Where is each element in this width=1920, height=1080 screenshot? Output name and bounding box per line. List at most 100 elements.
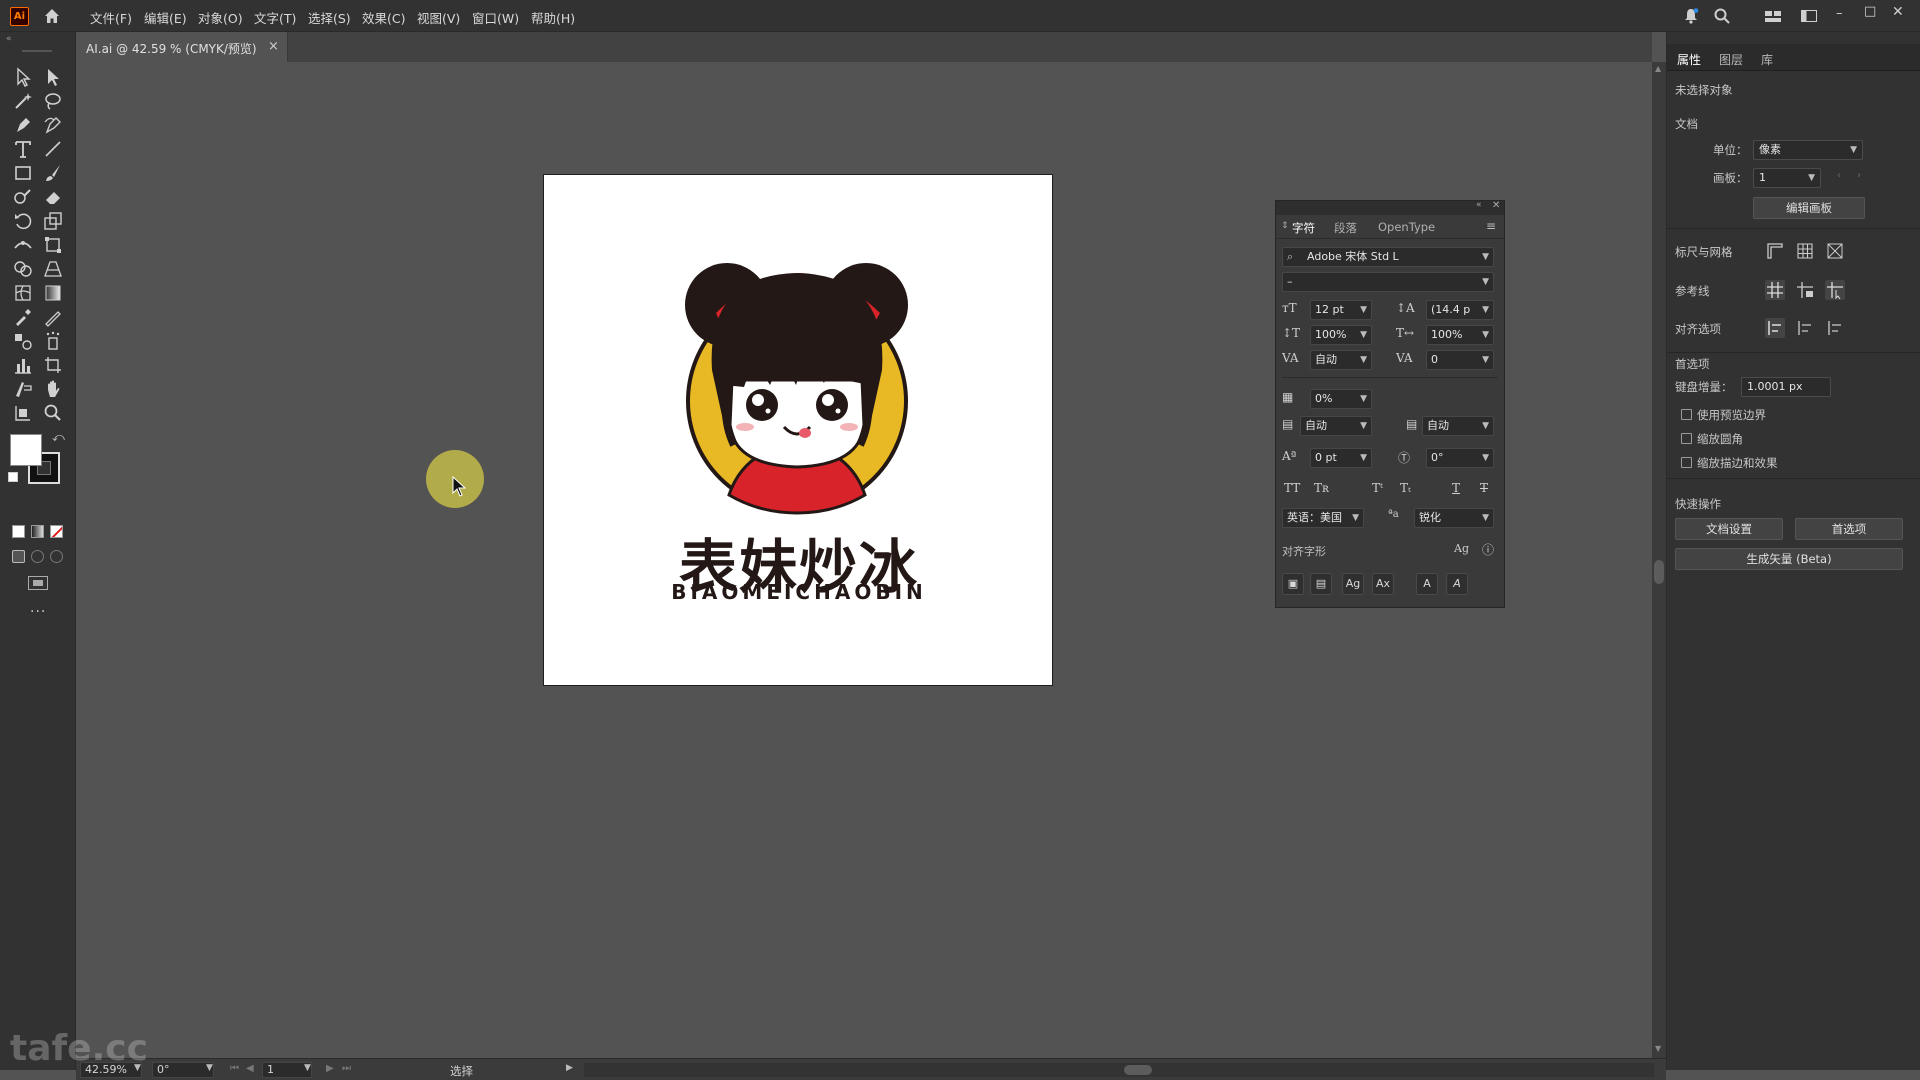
measure-tool-icon[interactable]	[42, 306, 64, 328]
next-artboard-icon[interactable]: ›	[1857, 170, 1861, 181]
lasso-tool-icon[interactable]	[42, 90, 64, 112]
align-angle-guides-icon[interactable]: A	[1416, 573, 1438, 595]
leading-field[interactable]: (14.4 p ▼	[1426, 300, 1494, 320]
tab-properties[interactable]: 属性	[1677, 51, 1701, 68]
horizontal-scale-field[interactable]: 100% ▼	[1426, 325, 1494, 345]
curvature-tool-icon[interactable]	[42, 114, 64, 136]
first-artboard-icon[interactable]: ⏮	[230, 1063, 239, 1074]
column-graph-tool-icon[interactable]	[12, 354, 34, 376]
transparency-grid-icon[interactable]	[1825, 241, 1845, 261]
tab-opentype[interactable]: OpenType	[1378, 220, 1435, 234]
preview-bounds-checkbox[interactable]	[1681, 409, 1692, 420]
menu-view[interactable]: 视图(V)	[417, 8, 460, 27]
horizontal-scroll-thumb[interactable]	[1124, 1065, 1152, 1075]
snap-to-glyph-icon[interactable]	[1825, 318, 1845, 338]
last-artboard-icon[interactable]: ⏭	[342, 1063, 351, 1074]
aki-right-field[interactable]: 自动 ▼	[1422, 416, 1494, 436]
gradient-mode-icon[interactable]	[31, 525, 44, 538]
artboard-tool-icon[interactable]	[42, 354, 64, 376]
smart-guides-icon[interactable]	[1825, 280, 1845, 300]
tracking-field[interactable]: 0 ▼	[1426, 350, 1494, 370]
eraser-tool-icon[interactable]	[42, 186, 64, 208]
preferences-button[interactable]: 首选项	[1795, 518, 1903, 540]
symbol-sprayer-tool-icon[interactable]	[42, 330, 64, 352]
menu-edit[interactable]: 编辑(E)	[144, 8, 187, 27]
eyedropper-tool-icon[interactable]	[12, 306, 34, 328]
character-rotation-field[interactable]: 0° ▼	[1426, 448, 1494, 468]
draw-inside-icon[interactable]	[50, 550, 63, 563]
line-segment-tool-icon[interactable]	[42, 138, 64, 160]
scale-corners-checkbox[interactable]	[1681, 433, 1692, 444]
all-caps-icon[interactable]: TT	[1284, 481, 1300, 495]
draw-normal-icon[interactable]	[12, 550, 25, 563]
chevron-down-icon[interactable]: ▼	[206, 1063, 213, 1073]
font-style-field[interactable]: – ▼	[1282, 272, 1494, 292]
edit-artboards-button[interactable]: 编辑画板	[1753, 197, 1865, 219]
menu-object[interactable]: 对象(O)	[198, 8, 243, 27]
align-glyph-bounds-icon[interactable]: Ag	[1342, 573, 1364, 595]
shaper-tool-icon[interactable]	[12, 186, 34, 208]
scroll-down-icon[interactable]: ▼	[1655, 1044, 1661, 1053]
tab-libraries[interactable]: 库	[1761, 51, 1773, 68]
strikethrough-icon[interactable]: T	[1480, 481, 1488, 495]
align-baseline-icon[interactable]: Ax	[1372, 573, 1394, 595]
arrange-documents-icon[interactable]	[1800, 8, 1818, 24]
fill-swatch[interactable]	[10, 434, 42, 466]
menu-effect[interactable]: 效果(C)	[362, 8, 405, 27]
glyph-snap-icon[interactable]: Ag	[1454, 542, 1469, 555]
slice-tool-icon[interactable]	[12, 378, 34, 400]
collapse-toolbar-icon[interactable]: «	[6, 34, 12, 44]
panel-options-toggle-icon[interactable]: ⇕	[1281, 221, 1289, 231]
ruler-icon[interactable]	[1765, 241, 1785, 261]
artboard-select[interactable]: 1 ▼	[1753, 168, 1821, 188]
hand-tool-icon[interactable]	[42, 378, 64, 400]
scale-tool-icon[interactable]	[42, 210, 64, 232]
free-transform-tool-icon[interactable]	[42, 234, 64, 256]
selection-tool-icon[interactable]	[12, 66, 34, 88]
workspace-icon[interactable]	[1764, 8, 1782, 24]
menu-file[interactable]: 文件(F)	[90, 8, 132, 27]
next-artboard-icon[interactable]: ▶	[326, 1063, 334, 1074]
menu-window[interactable]: 窗口(W)	[472, 8, 519, 27]
lock-guides-icon[interactable]	[1795, 280, 1815, 300]
close-tab-icon[interactable]: ×	[268, 39, 279, 54]
menu-help[interactable]: 帮助(H)	[531, 8, 575, 27]
rotate-tool-icon[interactable]	[12, 210, 34, 232]
panel-menu-icon[interactable]: ≡	[1486, 219, 1496, 233]
underline-icon[interactable]: T	[1452, 481, 1460, 495]
document-setup-button[interactable]: 文档设置	[1675, 518, 1783, 540]
generate-vector-button[interactable]: 生成矢量 (Beta)	[1675, 548, 1903, 570]
mesh-tool-icon[interactable]	[12, 282, 34, 304]
collapse-panel-icon[interactable]: «	[1476, 200, 1482, 210]
search-icon[interactable]	[1713, 7, 1731, 25]
status-menu-icon[interactable]: ▶	[566, 1063, 573, 1073]
rotation-field[interactable]: 0°	[152, 1062, 214, 1078]
baseline-shift-field[interactable]: 0 pt ▼	[1310, 448, 1372, 468]
font-size-field[interactable]: 12 pt ▼	[1310, 300, 1372, 320]
bell-icon[interactable]	[1682, 7, 1700, 25]
width-tool-icon[interactable]	[12, 234, 34, 256]
units-select[interactable]: 像素 ▼	[1753, 140, 1863, 160]
tab-layers[interactable]: 图层	[1719, 51, 1743, 68]
menu-select[interactable]: 选择(S)	[308, 8, 351, 27]
language-field[interactable]: 英语：美国 ▼	[1282, 508, 1364, 528]
toolbar-grip[interactable]	[22, 50, 52, 52]
align-icf-box-icon[interactable]: ▤	[1310, 573, 1332, 595]
rectangle-tool-icon[interactable]	[12, 162, 34, 184]
prev-artboard-icon[interactable]: ◀	[246, 1063, 254, 1074]
edit-toolbar-icon[interactable]: ···	[30, 604, 46, 620]
show-guides-icon[interactable]	[1765, 280, 1785, 300]
vertical-scroll-thumb[interactable]	[1654, 560, 1664, 584]
home-icon[interactable]	[42, 6, 62, 26]
artboard[interactable]: 表妹炒冰 BIAOMEICHAOBIN	[543, 174, 1053, 686]
zoom-tool-icon[interactable]	[42, 402, 64, 424]
none-mode-icon[interactable]	[50, 525, 63, 538]
chevron-down-icon[interactable]: ▼	[304, 1063, 311, 1073]
pen-tool-icon[interactable]	[12, 114, 34, 136]
print-tiling-tool-icon[interactable]	[12, 402, 34, 424]
gradient-tool-icon[interactable]	[42, 282, 64, 304]
subscript-icon[interactable]: Tₜ	[1400, 481, 1411, 495]
antialias-field[interactable]: 锐化 ▼	[1414, 508, 1494, 528]
type-tool-icon[interactable]	[12, 138, 34, 160]
shape-builder-tool-icon[interactable]	[12, 258, 34, 280]
